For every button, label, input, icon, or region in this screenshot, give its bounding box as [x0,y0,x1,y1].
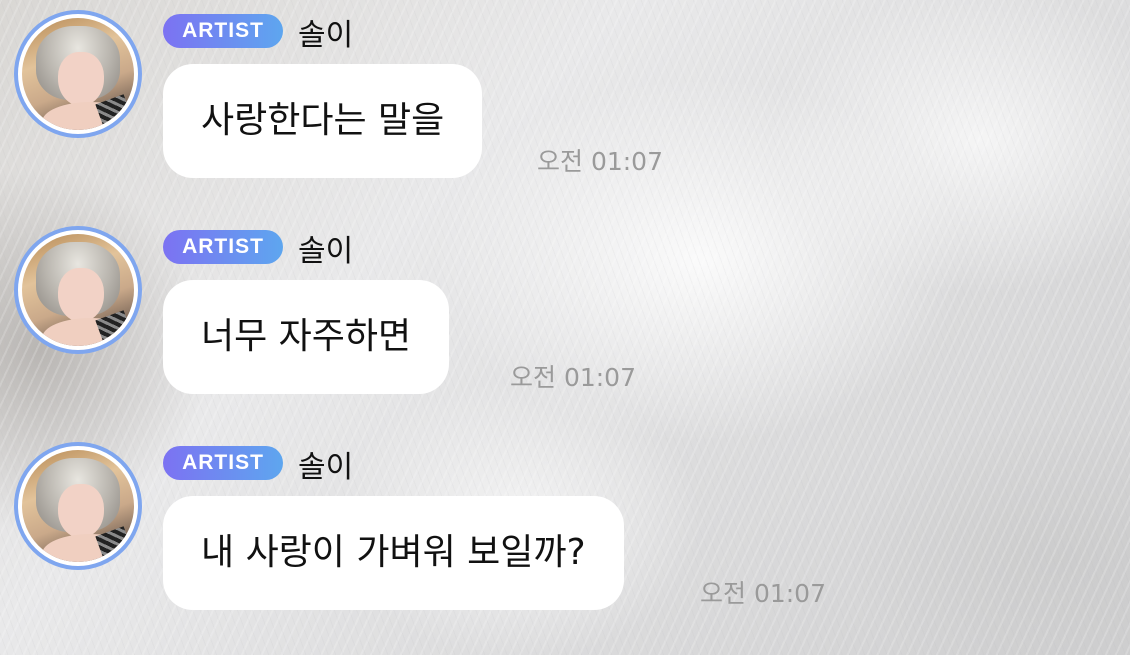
sender-name[interactable]: 솔이 [298,10,353,54]
avatar-photo [22,18,134,130]
artist-badge: ARTIST [163,230,283,264]
artist-avatar[interactable] [14,442,142,570]
chat-message: ARTIST 솔이 너무 자주하면 오전 01:07 [0,216,1130,426]
message-timestamp: 오전 01:07 [510,363,636,392]
message-timestamp: 오전 01:07 [700,579,826,608]
avatar-face [58,484,104,538]
sender-name[interactable]: 솔이 [298,442,353,486]
chat-message: ARTIST 솔이 사랑한다는 말을 오전 01:07 [0,0,1130,210]
artist-avatar[interactable] [14,10,142,138]
chat-message: ARTIST 솔이 내 사랑이 가벼워 보일까? 오전 01:07 [0,432,1130,642]
avatar-face [58,52,104,106]
message-bubble[interactable]: 사랑한다는 말을 [163,64,483,178]
avatar-face [58,268,104,322]
artist-badge: ARTIST [163,446,283,480]
avatar-photo [22,450,134,562]
message-bubble[interactable]: 너무 자주하면 [163,280,450,394]
artist-avatar[interactable] [14,226,142,354]
artist-badge: ARTIST [163,14,283,48]
message-timestamp: 오전 01:07 [537,147,663,176]
avatar-photo [22,234,134,346]
sender-name[interactable]: 솔이 [298,226,353,270]
message-bubble[interactable]: 내 사랑이 가벼워 보일까? [163,496,624,610]
